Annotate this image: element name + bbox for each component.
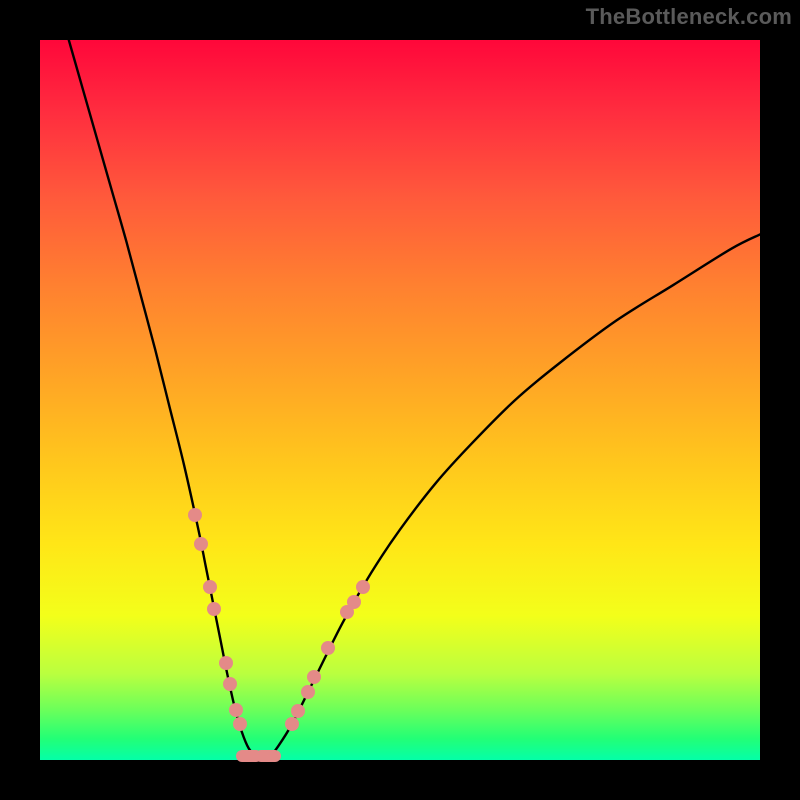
highlight-bead: [203, 580, 217, 594]
highlight-bead-flat: [255, 750, 281, 762]
highlight-bead: [233, 717, 247, 731]
chart-frame: TheBottleneck.com: [0, 0, 800, 800]
highlight-bead: [188, 508, 202, 522]
highlight-bead: [347, 595, 361, 609]
curve-svg: [40, 40, 760, 760]
highlight-bead: [223, 677, 237, 691]
highlight-bead: [207, 602, 221, 616]
highlight-bead: [307, 670, 321, 684]
highlight-bead: [340, 605, 354, 619]
highlight-bead: [285, 717, 299, 731]
bead-layer: [40, 40, 760, 760]
highlight-bead: [291, 704, 305, 718]
highlight-bead: [194, 537, 208, 551]
highlight-bead-flat: [236, 750, 262, 762]
highlight-bead: [301, 685, 315, 699]
highlight-bead: [356, 580, 370, 594]
bottleneck-curve: [69, 40, 760, 757]
highlight-bead: [321, 641, 335, 655]
highlight-bead: [219, 656, 233, 670]
watermark-text: TheBottleneck.com: [586, 4, 792, 30]
plot-area: [40, 40, 760, 760]
highlight-bead: [229, 703, 243, 717]
